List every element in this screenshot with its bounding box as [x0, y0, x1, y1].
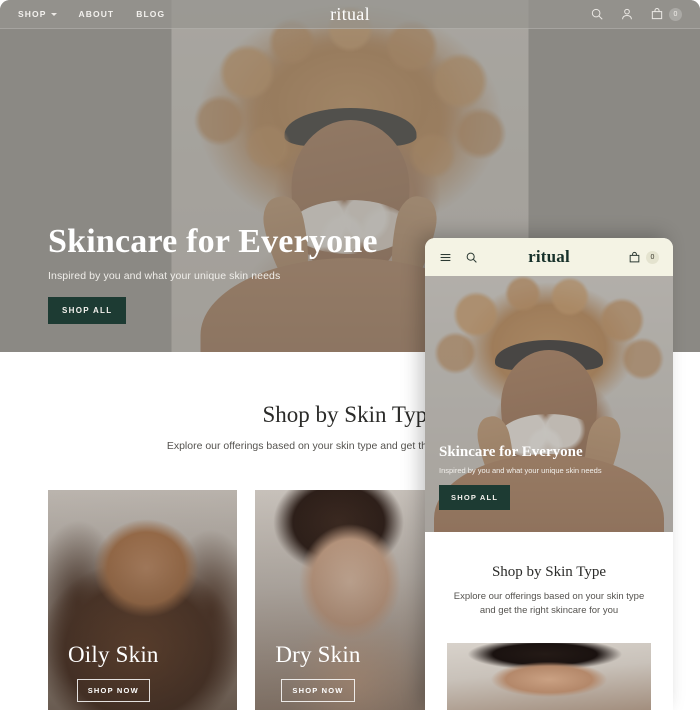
mobile-hero-section: Skincare for Everyone Inspired by you an… — [425, 276, 673, 532]
skin-type-card-dry[interactable]: Dry Skin SHOP NOW — [255, 490, 445, 710]
search-icon[interactable] — [590, 7, 604, 21]
desktop-hero-copy: Skincare for Everyone Inspired by you an… — [48, 223, 378, 324]
card-copy: Dry Skin SHOP NOW — [275, 642, 360, 702]
card-shop-now-button-dry[interactable]: SHOP NOW — [281, 679, 355, 702]
nav-link-shop[interactable]: SHOP — [18, 9, 57, 19]
card-title-oily: Oily Skin — [68, 642, 159, 667]
nav-link-about[interactable]: ABOUT — [79, 9, 115, 19]
hamburger-icon[interactable] — [439, 251, 452, 264]
mobile-brand-logo[interactable]: ritual — [528, 247, 570, 267]
hero-subtitle: Inspired by you and what your unique ski… — [48, 270, 281, 282]
desktop-top-navigation: SHOP ABOUT BLOG ritual 0 — [0, 0, 700, 29]
mobile-skin-type-section: Shop by Skin Type Explore our offerings … — [425, 532, 673, 710]
cart-icon — [628, 251, 641, 264]
card-shop-now-button-oily[interactable]: SHOP NOW — [76, 679, 150, 702]
card-copy: Oily Skin SHOP NOW — [68, 642, 159, 702]
nav-link-shop-label: SHOP — [18, 9, 47, 19]
mobile-top-header: ritual 0 — [425, 238, 673, 276]
mobile-hero-subtitle: Inspired by you and what your unique ski… — [439, 466, 602, 475]
cart-button[interactable]: 0 — [650, 7, 682, 21]
mobile-section-subtitle: Explore our offerings based on your skin… — [453, 591, 645, 616]
desktop-nav-icons: 0 — [590, 7, 682, 21]
skin-type-card-oily[interactable]: Oily Skin SHOP NOW — [48, 490, 238, 710]
hero-shop-all-button[interactable]: SHOP ALL — [48, 297, 127, 324]
mobile-preview-panel: ritual 0 Skincare for Everyone Inspired … — [425, 238, 673, 710]
nav-link-blog[interactable]: BLOG — [136, 9, 165, 19]
cart-count-badge: 0 — [669, 7, 682, 21]
mobile-skin-type-card[interactable] — [447, 642, 651, 710]
screenshot-stage: SHOP ABOUT BLOG ritual 0 Skincare for Ev… — [0, 0, 700, 710]
mobile-section-title: Shop by Skin Type — [491, 564, 607, 580]
card-title-dry: Dry Skin — [275, 642, 361, 667]
mobile-hero-shop-all-button[interactable]: SHOP ALL — [439, 485, 511, 510]
mobile-cart-button[interactable]: 0 — [628, 250, 659, 264]
hero-title: Skincare for Everyone — [48, 222, 378, 260]
chevron-down-icon — [50, 13, 57, 16]
mobile-cart-count-badge: 0 — [646, 250, 659, 264]
cart-icon — [650, 7, 664, 21]
mobile-hero-copy: Skincare for Everyone Inspired by you an… — [439, 444, 602, 510]
search-icon[interactable] — [465, 251, 478, 264]
desktop-nav-links: SHOP ABOUT BLOG — [18, 9, 165, 19]
account-icon[interactable] — [620, 7, 634, 21]
mobile-hero-title: Skincare for Everyone — [439, 444, 583, 460]
mobile-header-left-icons — [439, 251, 478, 264]
desktop-brand-logo[interactable]: ritual — [330, 4, 370, 25]
